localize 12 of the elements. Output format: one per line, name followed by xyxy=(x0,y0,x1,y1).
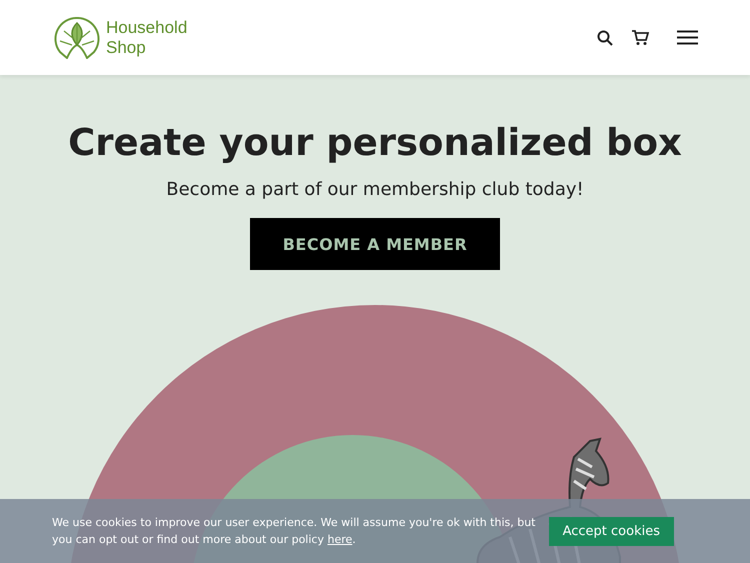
hero-subtitle: Become a part of our membership club today! xyxy=(166,179,584,200)
hero-title: Create your personalized box xyxy=(68,120,682,166)
accept-cookies-button[interactable]: Accept cookies xyxy=(548,516,674,546)
search-icon[interactable] xyxy=(597,30,613,46)
cart-icon[interactable] xyxy=(631,30,649,46)
menu-icon[interactable] xyxy=(677,30,698,45)
policy-link[interactable]: here xyxy=(327,533,352,546)
cookie-message: We use cookies to improve our user experience. We will assume you're ok with this, but you can opt out or find out more about our policy here. xyxy=(52,515,536,548)
logo-text[interactable]: Household xyxy=(106,18,188,38)
leaf-logo-icon[interactable] xyxy=(54,16,100,58)
become-member-button[interactable]: BECOME A MEMBER xyxy=(250,218,500,270)
logo-text[interactable]: Shop xyxy=(106,38,188,58)
